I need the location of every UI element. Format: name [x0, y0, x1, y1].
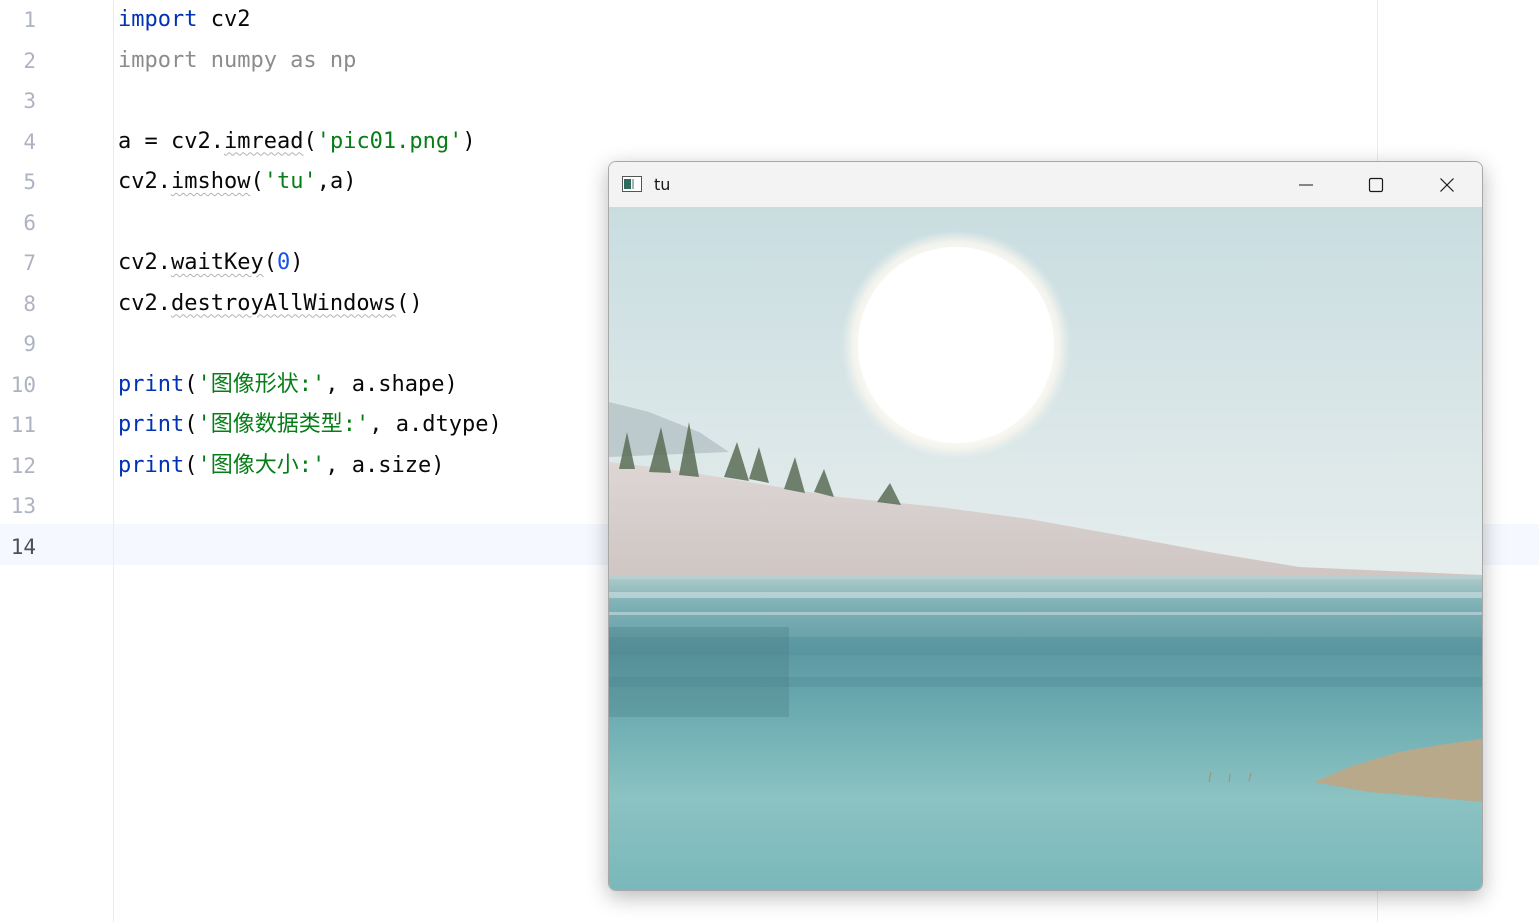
code-line[interactable]: 3	[0, 81, 1539, 121]
line-number[interactable]: 9	[0, 324, 36, 364]
maximize-button[interactable]	[1341, 162, 1411, 207]
maximize-icon	[1368, 177, 1384, 192]
line-number[interactable]: 12	[0, 446, 36, 486]
code-token: (	[263, 250, 277, 275]
code-token: cv2.	[118, 169, 171, 194]
close-button[interactable]	[1412, 162, 1482, 207]
line-number[interactable]: 4	[0, 122, 36, 162]
code-line[interactable]: 4 a = cv2.imread('pic01.png')	[0, 122, 1539, 162]
app-window-icon	[622, 176, 642, 192]
line-number[interactable]: 11	[0, 405, 36, 445]
landscape-image	[609, 207, 1482, 890]
line-number[interactable]: 8	[0, 284, 36, 324]
window-titlebar[interactable]: tu	[609, 162, 1482, 207]
code-token: '图像形状:'	[197, 371, 326, 397]
code-text[interactable]: cv2.destroyAllWindows()	[118, 284, 423, 324]
code-token: (	[184, 452, 198, 478]
code-token: , a.shape)	[325, 371, 458, 397]
line-number[interactable]: 1	[0, 0, 36, 40]
code-token: destroyAllWindows	[170, 290, 397, 316]
code-token: cv2.	[118, 250, 171, 275]
code-token: waitKey	[170, 250, 264, 275]
code-token: ()	[396, 290, 423, 316]
code-token: cv2	[197, 7, 251, 32]
line-number[interactable]: 5	[0, 162, 36, 202]
code-token: a = cv2.	[118, 128, 224, 154]
line-number[interactable]: 6	[0, 203, 36, 243]
code-token: (	[184, 371, 198, 397]
code-token: (	[303, 128, 317, 154]
line-number[interactable]: 14	[0, 527, 36, 567]
code-token: print	[118, 412, 185, 437]
minimize-button[interactable]	[1271, 162, 1341, 207]
code-token: import numpy as np	[118, 47, 357, 73]
code-line[interactable]: 2 import numpy as np	[0, 41, 1539, 81]
code-token: ,a)	[316, 169, 357, 194]
minimize-icon	[1299, 184, 1313, 185]
code-token: imshow	[170, 169, 251, 194]
code-token: , a.dtype)	[369, 412, 502, 437]
displayed-image	[609, 207, 1482, 890]
code-text[interactable]: import numpy as np	[118, 41, 356, 81]
code-token: print	[118, 371, 185, 397]
code-text[interactable]: cv2.imshow('tu',a)	[118, 162, 356, 202]
code-token: import	[118, 7, 198, 32]
code-token: , a.size)	[325, 452, 445, 478]
line-number[interactable]: 3	[0, 81, 36, 121]
line-number[interactable]: 7	[0, 243, 36, 283]
code-token: )	[462, 128, 476, 154]
code-text[interactable]: import cv2	[118, 0, 250, 40]
code-text[interactable]: a = cv2.imread('pic01.png')	[118, 122, 476, 162]
code-token: 0	[276, 250, 291, 275]
code-text[interactable]: print('图像数据类型:', a.dtype)	[118, 405, 502, 445]
code-text[interactable]: cv2.waitKey(0)	[118, 243, 303, 283]
code-token: (	[184, 412, 198, 437]
code-token: 'pic01.png'	[316, 128, 463, 154]
code-token: print	[118, 452, 185, 478]
code-token: cv2.	[118, 290, 171, 316]
close-icon	[1440, 177, 1454, 192]
window-title: tu	[654, 175, 671, 194]
code-token: (	[250, 169, 264, 194]
line-number[interactable]: 2	[0, 41, 36, 81]
code-token: '图像大小:'	[197, 452, 326, 478]
image-window[interactable]: tu	[608, 161, 1483, 891]
code-token: )	[290, 250, 304, 275]
code-line[interactable]: 1 import cv2	[0, 0, 1539, 40]
code-text[interactable]: print('图像大小:', a.size)	[118, 446, 444, 486]
code-token: 'tu'	[263, 169, 317, 194]
code-token: '图像数据类型:'	[197, 412, 370, 437]
line-number[interactable]: 13	[0, 486, 36, 526]
code-token: imread	[223, 128, 304, 154]
line-number[interactable]: 10	[0, 365, 36, 405]
code-text[interactable]: print('图像形状:', a.shape)	[118, 365, 458, 405]
